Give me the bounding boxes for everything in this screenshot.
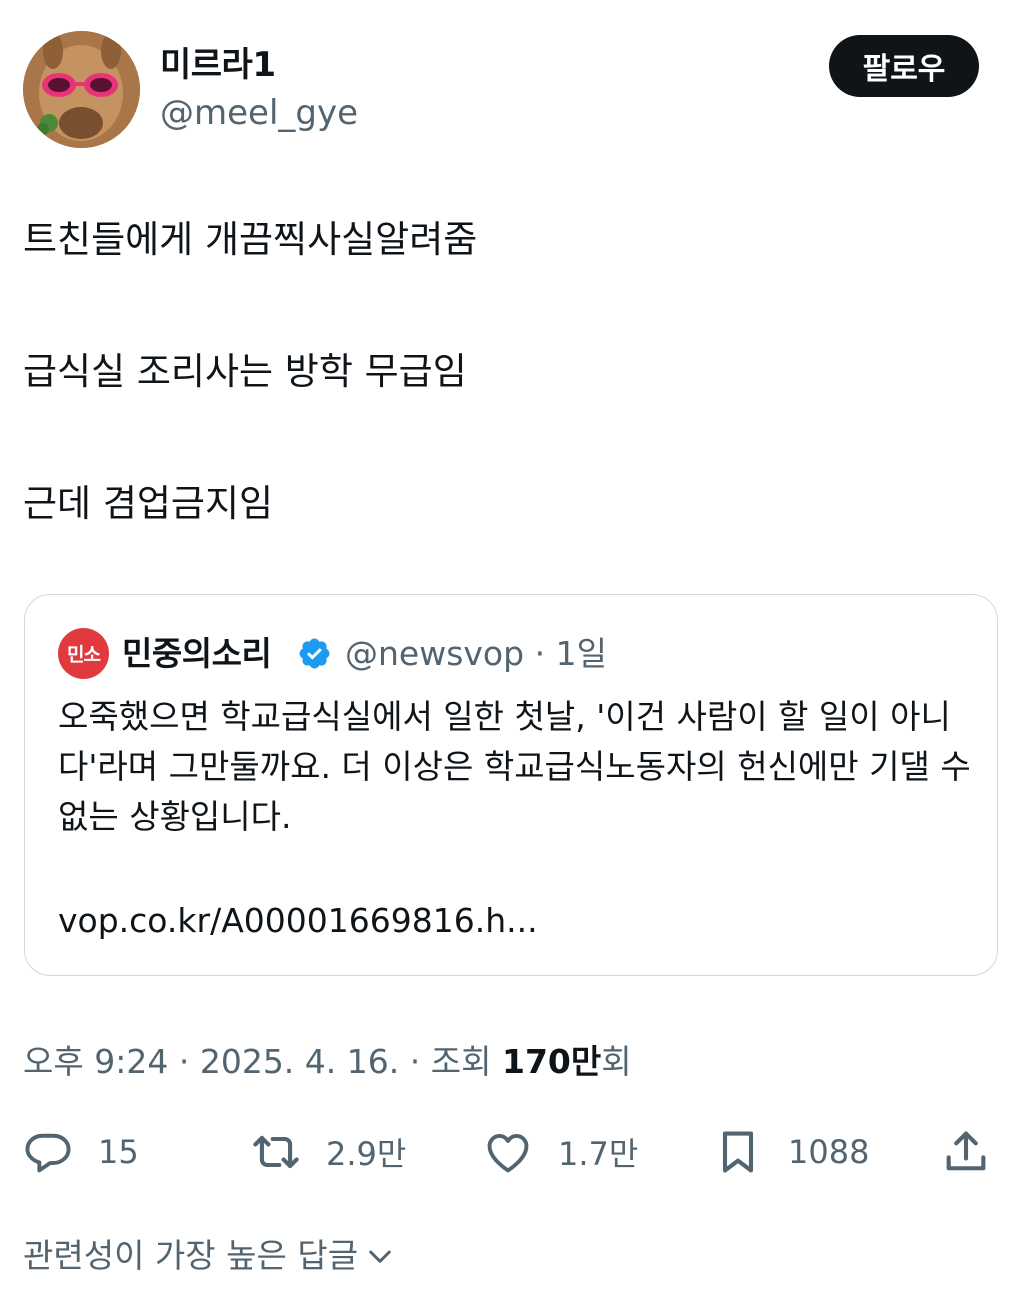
share-button[interactable] (940, 1124, 992, 1180)
tweet-text-line: 근데 겸업금지임 (23, 482, 274, 525)
replies-sort-label: 관련성이 가장 높은 답글 (23, 1236, 359, 1275)
quoted-tweet-text: 오죽했으면 학교급식실에서 일한 첫날, '이건 사람이 할 일이 아니다'라며… (58, 697, 971, 836)
reply-button[interactable]: 15 (22, 1124, 139, 1180)
meta-separator: · (178, 1042, 190, 1081)
tweet-text-line: 급식실 조리사는 방학 무급임 (23, 350, 467, 393)
author-avatar[interactable] (23, 31, 140, 148)
views-count: 170만 (501, 1042, 602, 1081)
author-display-name[interactable]: 미르라1 (160, 44, 276, 86)
quoted-author-handle[interactable]: @newsvop (345, 634, 524, 673)
follow-button[interactable]: 팔로우 (829, 35, 979, 97)
bookmark-button[interactable]: 1088 (712, 1124, 869, 1180)
tweet-meta: 오후 9:24 · 2025. 4. 16. · 조회 170만회 (23, 1040, 632, 1084)
quoted-tweet-link[interactable]: vop.co.kr/A00001669816.h... (58, 898, 538, 944)
reply-count: 15 (98, 1133, 139, 1171)
views-unit: 회 (601, 1042, 632, 1081)
author-handle[interactable]: @meel_gye (160, 92, 358, 134)
retweet-button[interactable]: 2.9만 (250, 1124, 406, 1180)
chevron-down-icon (369, 1250, 391, 1263)
verified-badge-icon (299, 638, 330, 669)
share-icon (946, 1131, 986, 1171)
quoted-author-meta: @newsvop · 1일 (345, 632, 607, 676)
tweet-text-line: 트친들에게 개끔찍사실알려줌 (23, 218, 478, 261)
quoted-author-name[interactable]: 민중의소리 (122, 632, 272, 676)
bookmark-count: 1088 (788, 1133, 870, 1171)
retweet-icon (253, 1135, 299, 1169)
alpaca-avatar-icon (23, 31, 140, 148)
like-count: 1.7만 (558, 1135, 639, 1173)
meta-separator: · (534, 634, 546, 673)
like-button[interactable]: 1.7만 (482, 1124, 638, 1180)
bookmark-icon (722, 1131, 754, 1173)
tweet-date[interactable]: 2025. 4. 16. (200, 1042, 399, 1081)
quoted-tweet-age[interactable]: 1일 (556, 634, 607, 673)
retweet-count: 2.9만 (326, 1135, 407, 1173)
views-label: 조회 (430, 1042, 492, 1081)
tweet-time[interactable]: 오후 9:24 (23, 1042, 168, 1081)
heart-icon (487, 1134, 529, 1173)
meta-separator: · (409, 1042, 421, 1081)
replies-sort-dropdown[interactable]: 관련성이 가장 높은 답글 (23, 1232, 396, 1280)
reply-icon (25, 1133, 71, 1173)
quoted-author-avatar[interactable]: 민소 (58, 628, 109, 679)
